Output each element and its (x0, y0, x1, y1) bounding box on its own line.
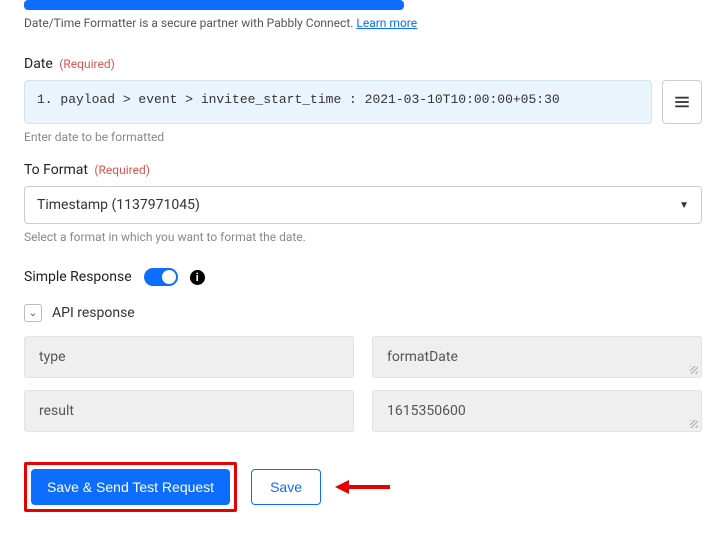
to-format-label: To Format (24, 162, 88, 178)
partner-text: Date/Time Formatter is a secure partner … (24, 16, 356, 30)
simple-response-toggle[interactable] (144, 268, 178, 286)
api-response-header: ⌄ API response (24, 304, 702, 322)
to-format-required: (Required) (94, 163, 149, 177)
action-row: Save & Send Test Request Save (24, 462, 702, 512)
to-format-helper: Select a format in which you want to for… (24, 230, 702, 244)
api-response-grid: type formatDate result 1615350600 (24, 336, 702, 432)
partner-helper: Date/Time Formatter is a secure partner … (24, 16, 702, 30)
response-value[interactable]: formatDate (372, 336, 702, 378)
annotation-arrow (335, 478, 390, 496)
simple-response-row: Simple Response i (24, 268, 702, 286)
primary-button-highlight: Save & Send Test Request (24, 462, 237, 512)
response-key: type (24, 336, 354, 378)
to-format-select[interactable]: Timestamp (1137971045) ▼ (24, 186, 702, 224)
arrow-icon (335, 478, 390, 496)
date-required: (Required) (59, 57, 114, 71)
to-format-field: To Format (Required) Timestamp (11379710… (24, 162, 702, 244)
date-options-button[interactable] (662, 80, 702, 124)
api-response-collapse[interactable]: ⌄ (24, 304, 42, 322)
chevron-down-icon: ▼ (679, 200, 689, 211)
hamburger-icon (673, 93, 691, 111)
date-label-row: Date (Required) (24, 56, 702, 72)
to-format-selected: Timestamp (1137971045) (37, 197, 200, 213)
date-label: Date (24, 56, 53, 72)
response-value[interactable]: 1615350600 (372, 390, 702, 432)
date-helper: Enter date to be formatted (24, 130, 702, 144)
api-response-label: API response (52, 305, 135, 321)
info-icon[interactable]: i (190, 270, 205, 285)
learn-more-link[interactable]: Learn more (356, 16, 417, 30)
to-format-label-row: To Format (Required) (24, 162, 702, 178)
date-field: Date (Required) 1. payload > event > inv… (24, 56, 702, 144)
date-input[interactable]: 1. payload > event > invitee_start_time … (24, 80, 652, 124)
response-key: result (24, 390, 354, 432)
simple-response-label: Simple Response (24, 269, 132, 285)
top-progress-bar (24, 0, 404, 10)
